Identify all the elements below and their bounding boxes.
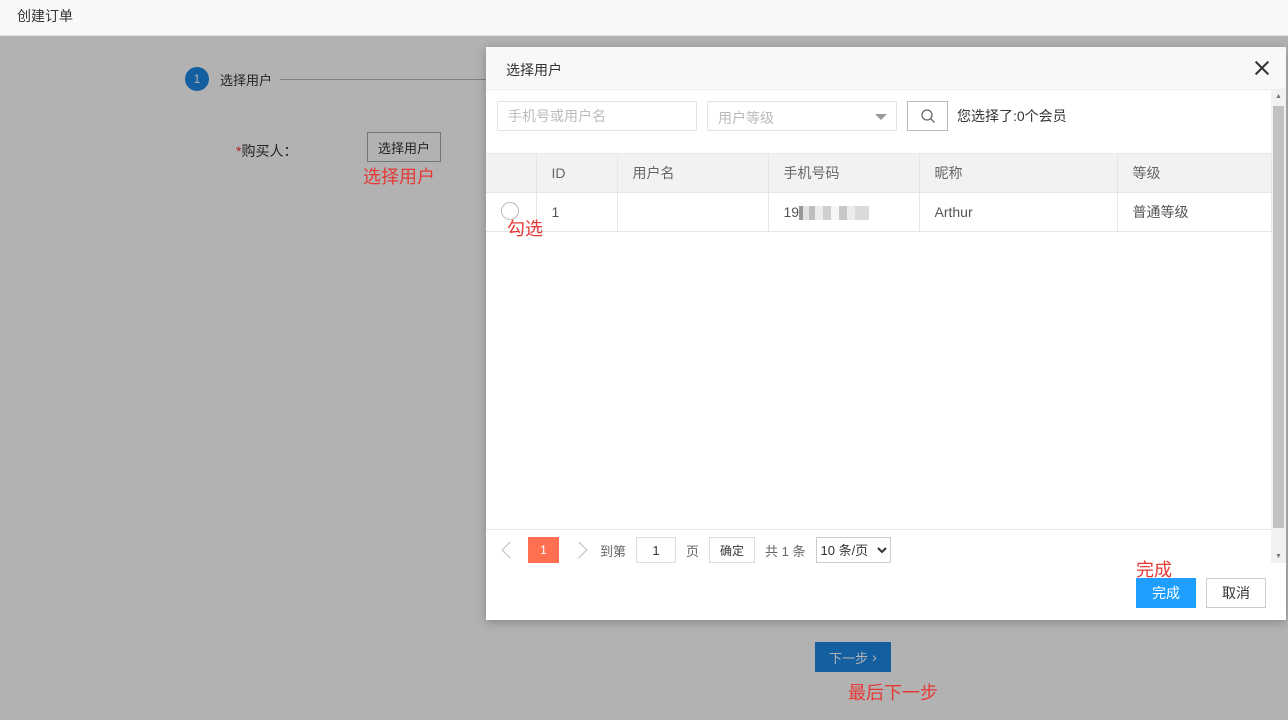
- prev-page-icon[interactable]: [501, 541, 519, 559]
- phone-mask: [799, 206, 870, 221]
- user-level-placeholder: 用户等级: [718, 110, 774, 126]
- annotation-pick-user: 选择用户: [363, 167, 435, 187]
- caret-down-icon: [875, 114, 887, 120]
- phone-prefix: 19: [783, 203, 800, 220]
- col-select: [486, 153, 537, 193]
- goto-confirm-button[interactable]: 确定: [709, 537, 756, 563]
- cancel-button[interactable]: 取消: [1206, 578, 1266, 608]
- cell-id: 1: [535, 192, 618, 232]
- selected-count: 您选择了:0个会员: [957, 108, 1067, 124]
- phone-or-username-input[interactable]: [497, 101, 697, 131]
- page-size-select[interactable]: 10 条/页: [815, 537, 891, 563]
- search-bar: 用户等级 您选择了:0个会员: [497, 101, 1067, 131]
- col-phone: 手机号码: [767, 153, 920, 193]
- cell-phone: 19: [767, 192, 920, 232]
- dialog-header: 选择用户: [486, 47, 1286, 90]
- total-count: 共 1 条: [765, 543, 806, 559]
- search-button[interactable]: [907, 101, 948, 131]
- user-table: ID 用户名 手机号码 昵称 等级 1 19 Arthur 普通等级: [486, 153, 1272, 232]
- col-nickname: 昵称: [918, 153, 1118, 193]
- finish-button[interactable]: 完成: [1136, 578, 1196, 608]
- goto-label: 到第: [600, 543, 627, 559]
- col-username: 用户名: [616, 153, 769, 193]
- page-unit-label: 页: [686, 543, 700, 559]
- cell-level: 普通等级: [1116, 192, 1272, 232]
- annotation-finish: 完成: [1136, 560, 1172, 580]
- goto-page-input[interactable]: [636, 537, 677, 563]
- scroll-down-icon[interactable]: ▼: [1275, 553, 1282, 560]
- pager-divider: [486, 529, 1271, 530]
- annotation-last-next: 最后下一步: [848, 683, 938, 703]
- dialog-footer: 完成 取消: [1136, 578, 1266, 608]
- next-page-icon[interactable]: [570, 541, 588, 559]
- col-level: 等级: [1116, 153, 1272, 193]
- user-level-select[interactable]: 用户等级: [707, 101, 897, 131]
- dialog-scrollbar[interactable]: ▲ ▼: [1271, 90, 1286, 563]
- cell-nickname: Arthur: [918, 192, 1118, 232]
- col-id: ID: [535, 153, 618, 193]
- select-user-dialog: 选择用户 ▲ ▼ 用户等级 您选择了:0个会员: [486, 47, 1286, 620]
- current-page[interactable]: 1: [528, 537, 559, 563]
- dialog-title: 选择用户: [506, 62, 562, 78]
- close-icon[interactable]: [1254, 60, 1270, 76]
- search-icon: [920, 109, 935, 123]
- table-header-row: ID 用户名 手机号码 昵称 等级: [486, 153, 1272, 193]
- scroll-thumb[interactable]: [1273, 106, 1284, 528]
- page-title: 创建订单: [17, 8, 73, 24]
- top-bar: 创建订单: [0, 0, 1288, 36]
- table-row[interactable]: 1 19 Arthur 普通等级: [486, 192, 1272, 232]
- annotation-check: 勾选: [507, 219, 543, 239]
- cell-username: [616, 192, 769, 232]
- scroll-up-icon[interactable]: ▲: [1275, 93, 1282, 100]
- pagination: 1 到第 页 确定 共 1 条 10 条/页: [500, 537, 891, 563]
